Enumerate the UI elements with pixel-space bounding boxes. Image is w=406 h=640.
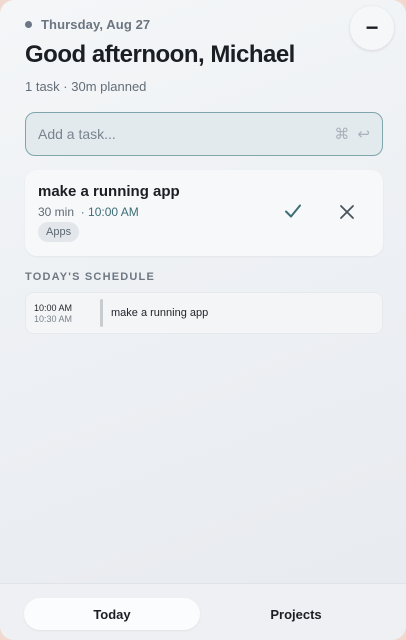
current-date: Thursday, Aug 27 [41,16,151,32]
header: Thursday, Aug 27 − [25,6,394,50]
schedule-start-time: 10:00 AM [34,303,73,313]
bottom-tab-bar: Today Projects [0,583,406,640]
schedule-end-time: 10:30 AM [34,314,73,324]
schedule-item-title: make a running app [111,307,209,319]
schedule-heading: TODAY'S SCHEDULE [25,271,156,283]
task-time: 10:00 AM [88,205,139,219]
command-key-icon: ⌘ [334,126,350,143]
task-card[interactable]: make a running app 30 min · 10:00 AM App… [25,170,383,256]
date-row: Thursday, Aug 27 [25,14,392,34]
tab-projects[interactable]: Projects [208,598,384,630]
schedule-divider [100,299,103,327]
app-window: Thursday, Aug 27 − Good afternoon, Micha… [0,0,406,640]
task-duration: 30 min [38,205,75,219]
task-meta: 30 min · 10:00 AM [38,205,139,219]
add-task-field[interactable]: ⌘ ↩ [25,112,383,156]
page-title: Good afternoon, Michael [25,41,295,68]
task-title: make a running app [38,183,180,200]
task-tag[interactable]: Apps [38,222,80,242]
delete-task-close-icon[interactable] [338,203,356,221]
schedule-item[interactable]: 10:00 AM 10:30 AM make a running app [25,292,383,334]
add-task-input[interactable] [38,126,327,142]
planned-summary: 1 task · 30m planned [25,79,147,94]
minimize-button[interactable]: − [350,6,394,50]
task-separator: · [80,205,85,219]
tab-today[interactable]: Today [24,598,200,630]
enter-key-icon: ↩ [357,126,370,143]
complete-task-check-icon[interactable] [283,201,303,221]
status-dot-icon [25,20,32,28]
